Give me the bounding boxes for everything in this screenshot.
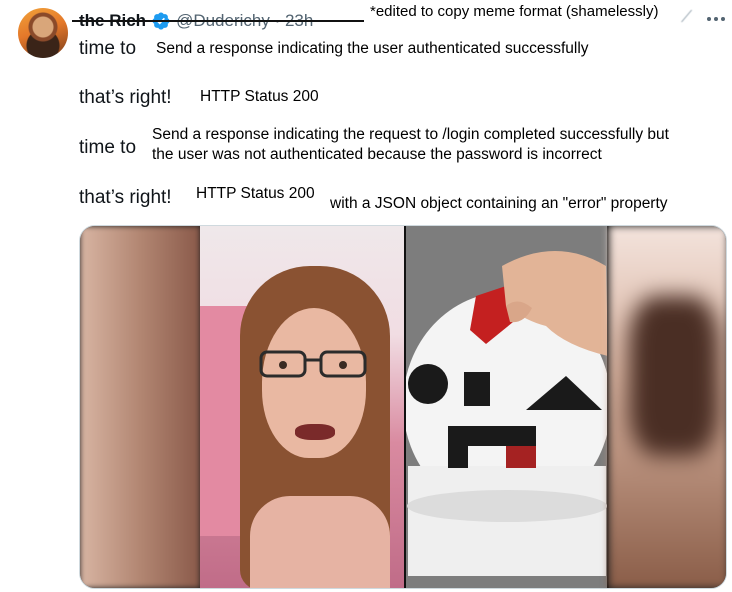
meme-label-4: that’s right! <box>79 187 172 208</box>
meme-overlay-3: Send a response indicating the request t… <box>146 123 700 175</box>
edited-note: *edited to copy meme format (shamelessly… <box>370 3 659 20</box>
meme-overlay-3-line-2: the user was not authenticated because t… <box>152 146 602 163</box>
shirt <box>250 496 390 588</box>
blurred-shape <box>629 296 719 456</box>
mouth <box>295 424 335 440</box>
grok-icon[interactable]: ⟋ <box>681 9 695 29</box>
shape-sorter-bucket <box>406 226 608 588</box>
strikethrough-line <box>72 20 364 22</box>
glasses-icon <box>259 350 367 378</box>
woman-photo-panel <box>200 226 405 588</box>
meme-overlay-2: HTTP Status 200 <box>194 84 678 118</box>
meme-label-3: time to <box>79 137 137 158</box>
more-options-icon[interactable] <box>704 10 728 28</box>
meme-label-1: time to <box>79 38 137 59</box>
meme-overlay-3-line-1: Send a response indicating the request t… <box>152 126 669 143</box>
meme-label-2: that’s right! <box>79 87 172 108</box>
tweet-media[interactable] <box>79 225 727 589</box>
avatar[interactable] <box>18 8 68 58</box>
blurred-right-edge <box>609 226 726 588</box>
shape-sorter-panel <box>406 226 608 588</box>
meme-overlay-4-extra: with a JSON object containing an "error"… <box>324 192 704 226</box>
meme-overlay-1: Send a response indicating the user auth… <box>150 38 650 64</box>
meme-overlay-4: HTTP Status 200 <box>190 181 328 211</box>
blurred-left-edge <box>80 226 200 588</box>
